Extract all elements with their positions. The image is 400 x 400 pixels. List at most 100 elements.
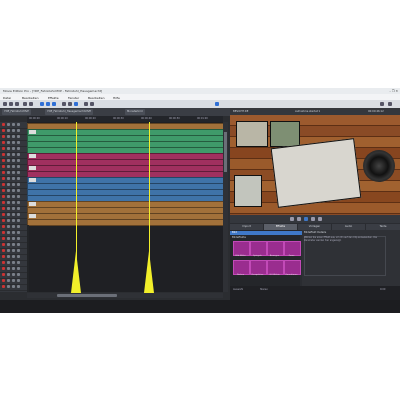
lock-icon[interactable]	[17, 153, 20, 156]
record-icon[interactable]	[2, 267, 5, 270]
solo-icon[interactable]	[12, 159, 15, 162]
mute-icon[interactable]	[7, 141, 10, 144]
record-icon[interactable]	[2, 213, 5, 216]
timeline-horizontal-scrollbar[interactable]	[27, 293, 223, 298]
zoom-in-icon[interactable]	[84, 102, 88, 106]
solo-icon[interactable]	[12, 219, 15, 222]
mute-icon[interactable]	[7, 183, 10, 186]
mute-icon[interactable]	[7, 135, 10, 138]
record-icon[interactable]	[2, 225, 5, 228]
solo-icon[interactable]	[12, 279, 15, 282]
lock-icon[interactable]	[17, 183, 20, 186]
menu-item-bearbeiten-2[interactable]: Bearbeiten	[88, 96, 104, 100]
pointer-icon[interactable]	[62, 102, 66, 106]
solo-icon[interactable]	[12, 135, 15, 138]
mute-icon[interactable]	[7, 201, 10, 204]
solo-icon[interactable]	[12, 249, 15, 252]
mute-icon[interactable]	[7, 171, 10, 174]
mute-icon[interactable]	[7, 189, 10, 192]
solo-icon[interactable]	[12, 207, 15, 210]
solo-icon[interactable]	[12, 201, 15, 204]
timeline-lanes[interactable]	[27, 122, 223, 292]
menu-item-bearbeiten[interactable]: Bearbeiten	[22, 96, 38, 100]
category-bild[interactable]: Bild	[230, 231, 302, 235]
record-icon[interactable]	[2, 279, 5, 282]
menu-item-fenster[interactable]: Fenster	[68, 96, 79, 100]
play-icon[interactable]	[304, 217, 308, 221]
tab-project-2[interactable]: YDE_Fahrstuhl_Hausgemacht.MVP	[45, 109, 94, 115]
lock-icon[interactable]	[17, 267, 20, 270]
solo-icon[interactable]	[12, 243, 15, 246]
record-icon[interactable]	[2, 189, 5, 192]
timeline-vertical-scrollbar[interactable]	[223, 122, 228, 292]
record-icon[interactable]	[2, 159, 5, 162]
lock-icon[interactable]	[17, 135, 20, 138]
paste-icon[interactable]	[52, 102, 56, 106]
mute-icon[interactable]	[7, 243, 10, 246]
effect-tile-gl-effekte[interactable]	[267, 260, 284, 275]
settings-icon[interactable]	[215, 102, 219, 106]
lock-icon[interactable]	[17, 165, 20, 168]
menu-item-datei[interactable]: Datei	[3, 96, 11, 100]
mute-icon[interactable]	[7, 177, 10, 180]
mute-icon[interactable]	[7, 237, 10, 240]
split-icon[interactable]	[68, 102, 72, 106]
solo-icon[interactable]	[12, 237, 15, 240]
lock-icon[interactable]	[17, 213, 20, 216]
menu-item-hilfe[interactable]: Hilfe	[113, 96, 120, 100]
redo-icon[interactable]	[29, 102, 33, 106]
solo-icon[interactable]	[12, 153, 15, 156]
magnet-icon[interactable]	[74, 102, 78, 106]
solo-icon[interactable]	[12, 273, 15, 276]
scroll-thumb[interactable]	[57, 294, 117, 297]
effect-tile-drehen[interactable]	[233, 260, 250, 275]
solo-icon[interactable]	[12, 195, 15, 198]
scroll-thumb[interactable]	[224, 132, 227, 172]
record-icon[interactable]	[2, 135, 5, 138]
empty-track[interactable]	[27, 284, 29, 292]
mute-icon[interactable]	[7, 165, 10, 168]
record-icon[interactable]	[2, 201, 5, 204]
record-icon[interactable]	[2, 219, 5, 222]
mute-icon[interactable]	[7, 195, 10, 198]
mute-icon[interactable]	[7, 129, 10, 132]
record-icon[interactable]	[2, 255, 5, 258]
mute-icon[interactable]	[7, 267, 10, 270]
window-controls[interactable]: – ❐ ✕	[389, 89, 398, 93]
record-icon[interactable]	[2, 141, 5, 144]
help-icon[interactable]	[388, 102, 392, 106]
lock-icon[interactable]	[17, 195, 20, 198]
record-icon[interactable]	[2, 273, 5, 276]
tab-project-1[interactable]: YDE_Fahrstuhl.MVP	[2, 109, 31, 115]
solo-icon[interactable]	[12, 177, 15, 180]
record-icon[interactable]	[2, 129, 5, 132]
record-icon[interactable]	[2, 207, 5, 210]
lock-icon[interactable]	[17, 225, 20, 228]
lock-icon[interactable]	[17, 189, 20, 192]
mute-icon[interactable]	[7, 225, 10, 228]
mute-icon[interactable]	[7, 279, 10, 282]
solo-icon[interactable]	[12, 141, 15, 144]
mute-icon[interactable]	[7, 255, 10, 258]
lock-icon[interactable]	[17, 285, 20, 288]
menu-item-effekte[interactable]: Effekte	[48, 96, 59, 100]
record-icon[interactable]	[2, 231, 5, 234]
solo-icon[interactable]	[12, 225, 15, 228]
lock-icon[interactable]	[17, 237, 20, 240]
video-preview[interactable]	[230, 115, 400, 215]
mute-icon[interactable]	[7, 285, 10, 288]
lock-icon[interactable]	[17, 147, 20, 150]
mute-icon[interactable]	[7, 213, 10, 216]
lock-icon[interactable]	[17, 141, 20, 144]
effect-tile-bewegen[interactable]	[267, 241, 284, 256]
solo-icon[interactable]	[12, 255, 15, 258]
lock-icon[interactable]	[17, 261, 20, 264]
mute-icon[interactable]	[7, 123, 10, 126]
lock-icon[interactable]	[17, 273, 20, 276]
save-icon[interactable]	[15, 102, 19, 106]
lock-icon[interactable]	[17, 231, 20, 234]
skip-forward-icon[interactable]	[318, 217, 322, 221]
mute-icon[interactable]	[7, 147, 10, 150]
lock-icon[interactable]	[17, 255, 20, 258]
effect-tile-spiegeln[interactable]	[250, 241, 267, 256]
